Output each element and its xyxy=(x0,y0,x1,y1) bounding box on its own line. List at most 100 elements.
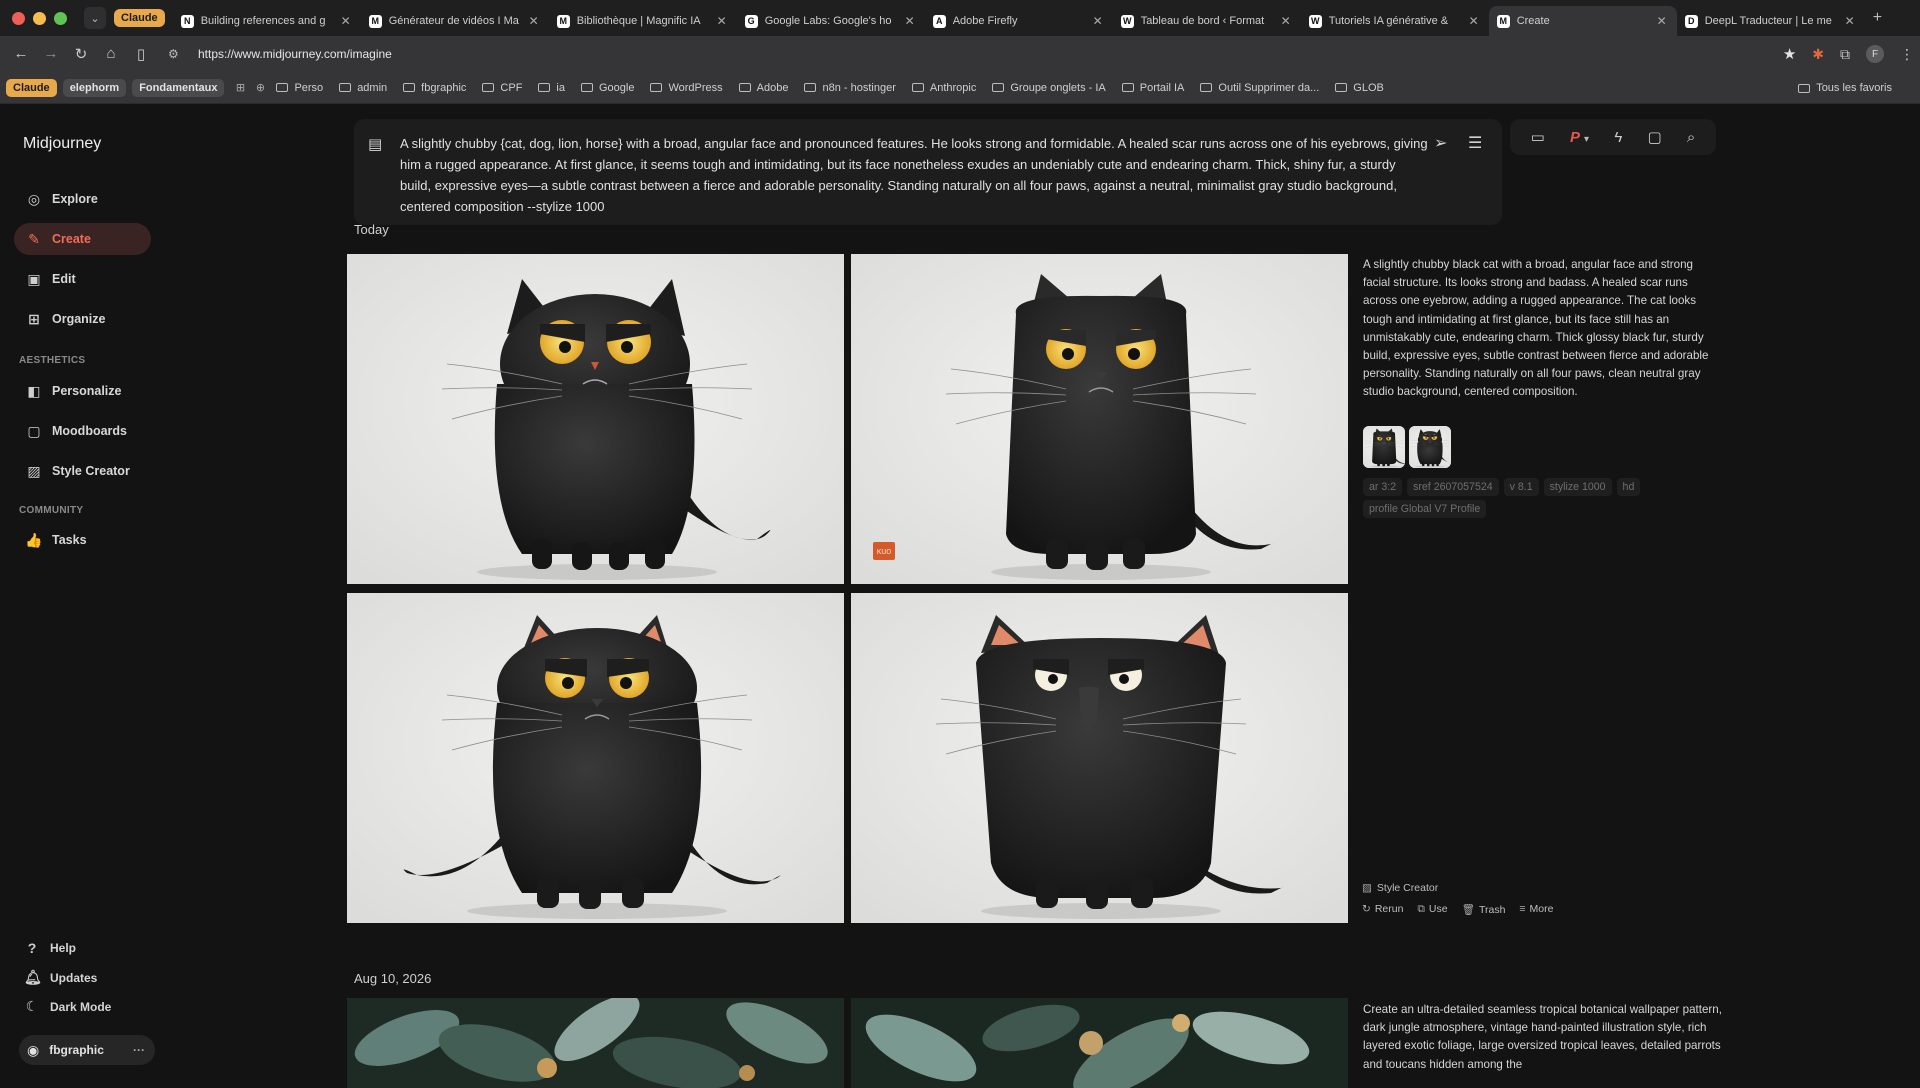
home-icon[interactable]: ⌂ xyxy=(96,45,126,63)
generated-image-4[interactable] xyxy=(851,593,1348,923)
forward-arrow-icon[interactable]: → xyxy=(36,45,66,63)
settings-sliders-icon[interactable]: ☰ xyxy=(1468,133,1482,153)
bookmark-chip-elephorm[interactable]: elephorm xyxy=(62,78,127,97)
personalize-toggle[interactable]: P ▾ xyxy=(1570,129,1589,146)
site-info-icon[interactable]: ⚙ xyxy=(168,47,186,61)
browser-tab[interactable]: A Adobe Firefly ✕ xyxy=(925,6,1113,36)
bookmark-folder[interactable]: Outil Supprimer da... xyxy=(1200,82,1319,94)
account-button[interactable]: ◉ fbgraphic ··· xyxy=(19,1035,155,1065)
bookmark-folder[interactable]: Portail IA xyxy=(1121,82,1184,94)
bookmark-folder[interactable]: Perso xyxy=(276,82,323,94)
bookmark-folder[interactable]: Groupe onglets - IA xyxy=(992,82,1106,94)
browser-tab[interactable]: N Building references and g ✕ xyxy=(173,6,361,36)
close-tab-icon[interactable]: ✕ xyxy=(1655,14,1669,28)
generated-image-1[interactable] xyxy=(347,254,844,584)
tab-title: Générateur de vidéos I Ma xyxy=(388,15,519,27)
sidebar-item-tasks[interactable]: 👍 Tasks xyxy=(14,524,151,556)
window-close-button[interactable] xyxy=(12,11,25,25)
close-tab-icon[interactable]: ✕ xyxy=(715,14,729,28)
reference-thumbnail[interactable] xyxy=(1409,426,1451,468)
close-tab-icon[interactable]: ✕ xyxy=(1843,14,1857,28)
sidebar-item-help[interactable]: ? Help xyxy=(24,940,76,956)
window-maximize-button[interactable] xyxy=(54,11,67,25)
back-arrow-icon[interactable]: ← xyxy=(6,45,36,63)
trash-button[interactable]: 🗑︎ Trash xyxy=(1462,903,1506,916)
use-button[interactable]: ⧉ Use xyxy=(1417,903,1447,916)
folder-icon[interactable]: ▭ xyxy=(1531,128,1545,146)
brand-logo[interactable]: Midjourney xyxy=(23,135,101,153)
bookmark-chip-claude[interactable]: Claude xyxy=(6,78,57,97)
apps-grid-icon[interactable]: ⊞ xyxy=(230,81,250,94)
browser-tab[interactable]: W Tutoriels IA générative & ✕ xyxy=(1301,6,1489,36)
chat-icon[interactable]: ▢ xyxy=(1648,128,1662,146)
bookmark-folder[interactable]: ia xyxy=(538,82,565,94)
bookmark-folder[interactable]: CPF xyxy=(482,82,522,94)
search-icon[interactable]: ⌕ xyxy=(1687,129,1695,146)
bookmark-folder[interactable]: Adobe xyxy=(738,82,788,94)
param-chip[interactable]: v 8.1 xyxy=(1503,478,1539,496)
sidebar-item-moodboards[interactable]: ▢ Moodboards xyxy=(14,415,151,447)
browser-tab[interactable]: M Create ✕ xyxy=(1488,6,1677,36)
close-tab-icon[interactable]: ✕ xyxy=(903,14,917,28)
param-chip[interactable]: hd xyxy=(1616,478,1641,496)
sidebar-item-explore[interactable]: ◎ Explore xyxy=(14,183,151,215)
prompt-input[interactable]: A slightly chubby {cat, dog, lion, horse… xyxy=(400,133,1430,217)
sidebar-item-personalize[interactable]: ◧ Personalize xyxy=(14,375,151,407)
bookmark-folder[interactable]: GLOB xyxy=(1335,82,1384,94)
send-icon[interactable]: ➢ xyxy=(1434,133,1447,153)
param-chip[interactable]: stylize 1000 xyxy=(1543,478,1612,496)
close-tab-icon[interactable]: ✕ xyxy=(1467,14,1481,28)
bookmark-folder[interactable]: fbgraphic xyxy=(403,82,466,94)
bookmark-folder[interactable]: Anthropic xyxy=(911,82,976,94)
generated-image-3[interactable] xyxy=(347,593,844,923)
close-tab-icon[interactable]: ✕ xyxy=(1091,14,1105,28)
sidebar-item-create[interactable]: ✎ Create xyxy=(14,223,151,255)
browser-menu-icon[interactable]: ⋮ xyxy=(1900,46,1914,63)
prompt-bar[interactable]: ▤ A slightly chubby {cat, dog, lion, hor… xyxy=(354,119,1502,225)
all-bookmarks[interactable]: Tous les favoris xyxy=(1798,72,1908,104)
close-tab-icon[interactable]: ✕ xyxy=(339,14,353,28)
globe-icon[interactable]: ⊕ xyxy=(250,81,270,94)
sidebar-item-dark-mode[interactable]: ☾ Dark Mode xyxy=(24,998,112,1015)
generated-image-2[interactable]: ĸuo xyxy=(851,254,1348,584)
bookmark-folder[interactable]: admin xyxy=(339,82,387,94)
bookmark-folder[interactable]: WordPress xyxy=(650,82,723,94)
sidebar-item-organize[interactable]: ⊞ Organize xyxy=(14,303,151,335)
param-chip[interactable]: sref 2607057524 xyxy=(1407,478,1499,496)
lightning-icon[interactable]: ϟ xyxy=(1614,129,1622,146)
close-tab-icon[interactable]: ✕ xyxy=(1279,14,1293,28)
generated-image-6[interactable] xyxy=(851,998,1348,1088)
address-bar[interactable]: ⚙ https://www.midjourney.com/imagine xyxy=(168,41,1760,67)
account-more-icon[interactable]: ··· xyxy=(133,1043,145,1057)
browser-tab[interactable]: G Google Labs: Google's ho ✕ xyxy=(737,6,925,36)
window-minimize-button[interactable] xyxy=(33,11,46,25)
param-chip[interactable]: profile Global V7 Profile xyxy=(1363,500,1487,518)
bookmark-chip-fondamentaux[interactable]: Fondamentaux xyxy=(132,78,225,97)
image-prompt-icon[interactable]: ▤ xyxy=(368,135,382,153)
bookmark-folder[interactable]: n8n - hostinger xyxy=(804,82,896,94)
browser-tab[interactable]: W Tableau de bord ‹ Format ✕ xyxy=(1113,6,1301,36)
browser-tab[interactable]: D DeepL Traducteur | Le me ✕ xyxy=(1677,6,1865,36)
generated-image-5[interactable] xyxy=(347,998,844,1088)
browser-tab[interactable]: M Bibliothèque | Magnific IA ✕ xyxy=(549,6,737,36)
tab-search-chevron-icon[interactable]: ⌄ xyxy=(84,7,106,29)
browser-tab[interactable]: M Générateur de vidéos I Ma ✕ xyxy=(361,6,549,36)
sidebar-item-updates[interactable]: 🔔︎ Updates xyxy=(24,969,97,986)
reload-icon[interactable]: ↻ xyxy=(66,45,96,63)
tab-group-claude[interactable]: Claude xyxy=(114,9,165,27)
rerun-button[interactable]: ↻ Rerun xyxy=(1362,903,1403,916)
sidebar-item-edit[interactable]: ▣ Edit xyxy=(14,263,151,295)
bookmark-star-icon[interactable]: ★ xyxy=(1783,45,1796,63)
close-tab-icon[interactable]: ✕ xyxy=(527,14,541,28)
param-chip[interactable]: ar 3:2 xyxy=(1363,478,1403,496)
new-tab-button[interactable]: + xyxy=(1873,9,1882,27)
extension-icon[interactable]: ✱ xyxy=(1812,46,1824,63)
sidebar-item-style-creator[interactable]: ▨ Style Creator xyxy=(14,455,151,487)
bookmark-folder[interactable]: Google xyxy=(580,82,634,94)
sidebar-toggle-icon[interactable]: ▯ xyxy=(126,45,156,63)
style-creator-link[interactable]: ▨ Style Creator xyxy=(1362,882,1438,894)
reference-thumbnail[interactable] xyxy=(1363,426,1405,468)
extensions-puzzle-icon[interactable]: ⧉ xyxy=(1840,46,1850,63)
profile-avatar-icon[interactable]: F xyxy=(1866,45,1884,63)
more-button[interactable]: ≡ More xyxy=(1519,903,1553,916)
